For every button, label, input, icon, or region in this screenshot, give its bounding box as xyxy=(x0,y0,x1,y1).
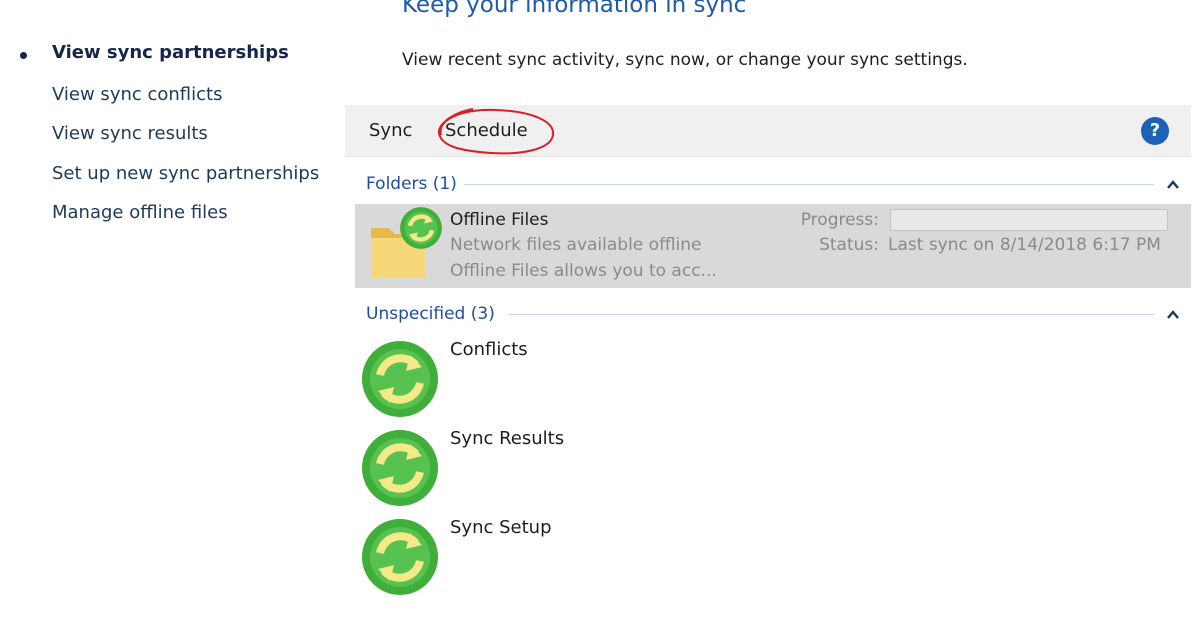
toolbar: Sync Schedule ? xyxy=(345,105,1191,157)
chevron-up-icon[interactable] xyxy=(1164,306,1182,324)
chevron-up-icon[interactable] xyxy=(1164,176,1182,194)
page-description: View recent sync activity, sync now, or … xyxy=(402,50,968,70)
item-description: Offline Files allows you to acc... xyxy=(450,261,717,281)
status-label: Status: xyxy=(819,235,879,255)
sync-partnership-offline-files[interactable]: Offline Files Network files available of… xyxy=(355,204,1191,288)
sync-item-sync-results[interactable]: Sync Results xyxy=(360,428,960,512)
group-divider xyxy=(508,314,1154,315)
sync-item-label: Conflicts xyxy=(450,339,528,360)
active-bullet xyxy=(20,52,27,59)
group-divider xyxy=(464,184,1154,185)
group-header-unspecified[interactable]: Unspecified (3) xyxy=(366,304,495,324)
sync-icon xyxy=(362,430,438,506)
sync-icon xyxy=(362,341,438,417)
sidebar: View sync partnerships View sync conflic… xyxy=(0,0,340,628)
sync-icon xyxy=(400,207,442,249)
group-header-folders[interactable]: Folders (1) xyxy=(366,174,457,194)
page-title: Keep your information in sync xyxy=(402,0,747,18)
progress-bar xyxy=(890,209,1168,231)
sidebar-item-view-sync-conflicts[interactable]: View sync conflicts xyxy=(52,84,222,105)
sidebar-item-manage-offline-files[interactable]: Manage offline files xyxy=(52,202,228,223)
item-subtitle: Network files available offline xyxy=(450,235,702,255)
status-value: Last sync on 8/14/2018 6:17 PM xyxy=(888,235,1161,255)
sync-item-sync-setup[interactable]: Sync Setup xyxy=(360,517,960,601)
schedule-button[interactable]: Schedule xyxy=(445,120,528,141)
progress-label: Progress: xyxy=(800,210,879,230)
sync-item-conflicts[interactable]: Conflicts xyxy=(360,339,960,423)
sync-item-label: Sync Setup xyxy=(450,517,552,538)
sidebar-item-view-sync-partnerships[interactable]: View sync partnerships xyxy=(52,42,289,63)
item-title: Offline Files xyxy=(450,210,549,230)
sync-button[interactable]: Sync xyxy=(369,120,412,141)
sidebar-item-set-up-new-sync-partnerships[interactable]: Set up new sync partnerships xyxy=(52,163,319,184)
sync-item-label: Sync Results xyxy=(450,428,565,449)
help-icon[interactable]: ? xyxy=(1141,117,1169,145)
sync-icon xyxy=(362,519,438,595)
sidebar-item-view-sync-results[interactable]: View sync results xyxy=(52,123,208,144)
